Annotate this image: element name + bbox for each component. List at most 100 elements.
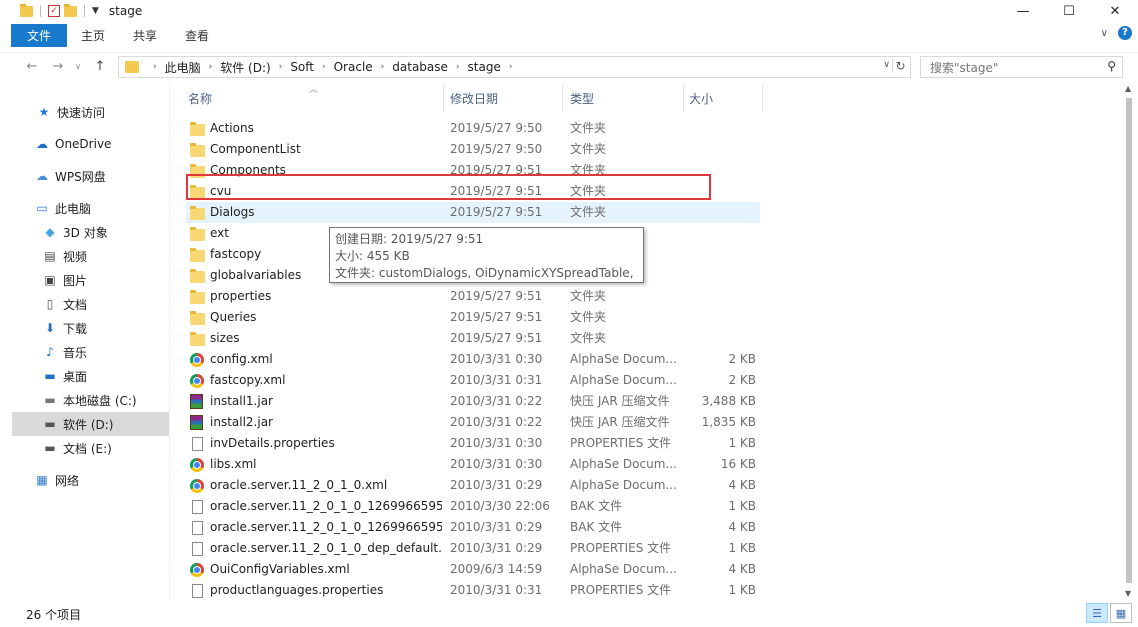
breadcrumb-item[interactable]: database bbox=[392, 60, 448, 74]
properties-icon[interactable]: ✓ bbox=[48, 5, 60, 17]
breadcrumb: › 此电脑 › 软件 (D:) › Soft › Oracle › databa… bbox=[145, 59, 520, 76]
breadcrumb-item[interactable]: Soft bbox=[290, 60, 314, 74]
column-divider[interactable] bbox=[562, 85, 563, 112]
sidebar-item[interactable]: ♪ 音乐 bbox=[12, 340, 169, 364]
file-row[interactable]: productlanguages.properties 2010/3/31 0:3… bbox=[186, 580, 760, 601]
breadcrumb-item[interactable]: Oracle bbox=[334, 60, 373, 74]
recent-locations-icon[interactable]: ∨ bbox=[68, 62, 88, 71]
chevron-right-icon[interactable]: › bbox=[509, 62, 513, 72]
breadcrumb-item[interactable]: 软件 (D:) bbox=[220, 59, 270, 76]
sidebar-item[interactable]: ▭ 此电脑 bbox=[12, 196, 169, 220]
file-icon-cell bbox=[190, 310, 205, 325]
file-name: install1.jar bbox=[210, 394, 273, 408]
file-row[interactable]: Queries 2019/5/27 9:51 文件夹 bbox=[186, 307, 760, 328]
column-divider[interactable] bbox=[683, 85, 684, 112]
file-name: install2.jar bbox=[210, 415, 273, 429]
sidebar-item[interactable]: ▬ 桌面 bbox=[12, 364, 169, 388]
close-button[interactable]: ✕ bbox=[1092, 0, 1138, 22]
back-arrow-icon[interactable]: ← bbox=[22, 59, 42, 74]
file-row[interactable]: sizes 2019/5/27 9:51 文件夹 bbox=[186, 328, 760, 349]
sidebar-item[interactable]: ▦ 网络 bbox=[12, 468, 169, 492]
scrollbar-thumb[interactable] bbox=[1126, 98, 1132, 583]
minimize-button[interactable]: — bbox=[1000, 0, 1046, 22]
help-icon[interactable]: ? bbox=[1118, 26, 1132, 40]
file-date: 2019/5/27 9:51 bbox=[450, 289, 543, 303]
sidebar-item[interactable]: ▤ 视频 bbox=[12, 244, 169, 268]
forward-arrow-icon[interactable]: → bbox=[48, 59, 68, 74]
column-header-type[interactable]: 类型 bbox=[570, 85, 680, 112]
sidebar-item[interactable]: ◆ 3D 对象 bbox=[12, 220, 169, 244]
sidebar-item-label: 下载 bbox=[63, 321, 88, 336]
file-row[interactable]: OuiConfigVariables.xml 2009/6/3 14:59 Alph… bbox=[186, 559, 760, 580]
column-header-size[interactable]: 大小 bbox=[689, 85, 761, 112]
sidebar-item[interactable]: ☁ WPS网盘 bbox=[12, 164, 169, 188]
scroll-up-icon[interactable]: ▲ bbox=[1125, 84, 1131, 93]
file-row[interactable]: Dialogs 2019/5/27 9:51 文件夹 bbox=[186, 202, 760, 223]
file-icon-cell bbox=[190, 121, 205, 136]
file-row[interactable]: install1.jar 2010/3/31 0:22 快压 JAR 压缩文件 3,4… bbox=[186, 391, 760, 412]
tooltip-contents: 文件夹: customDialogs, OiDynamicXYSpreadTab… bbox=[335, 266, 638, 280]
new-folder-icon[interactable] bbox=[64, 3, 77, 17]
sidebar-item[interactable]: ▬ 文档 (E:) bbox=[12, 436, 169, 460]
address-bar[interactable]: › 此电脑 › 软件 (D:) › Soft › Oracle › databa… bbox=[118, 56, 911, 78]
folder-icon bbox=[190, 311, 205, 325]
column-divider[interactable] bbox=[762, 85, 763, 112]
chevron-right-icon[interactable]: › bbox=[279, 62, 283, 72]
file-name: ComponentList bbox=[210, 142, 301, 156]
file-name: config.xml bbox=[210, 352, 273, 366]
video-icon: ▤ bbox=[44, 249, 56, 263]
file-row[interactable]: fastcopy.xml 2010/3/31 0:31 AlphaSe Docum.… bbox=[186, 370, 760, 391]
sidebar-item[interactable]: ▬ 软件 (D:) bbox=[12, 412, 169, 436]
folder-icon[interactable] bbox=[20, 3, 33, 17]
vertical-scrollbar[interactable]: ▲ ▼ bbox=[1121, 80, 1138, 600]
file-row[interactable]: config.xml 2010/3/31 0:30 AlphaSe Docum...… bbox=[186, 349, 760, 370]
sidebar-item[interactable]: ★ 快速访问 bbox=[12, 100, 169, 124]
file-row[interactable]: invDetails.properties 2010/3/31 0:30 PROPE… bbox=[186, 433, 760, 454]
file-row[interactable]: oracle.server.11_2_0_1_0.xml 2010/3/31 0:… bbox=[186, 475, 760, 496]
tab-view[interactable]: 查看 bbox=[171, 23, 223, 47]
file-name: Dialogs bbox=[210, 205, 255, 219]
file-row[interactable]: libs.xml 2010/3/31 0:30 AlphaSe Docum... 16… bbox=[186, 454, 760, 475]
file-row[interactable]: oracle.server.11_2_0_1_0_dep_default....… bbox=[186, 538, 760, 559]
refresh-icon[interactable]: ↻ bbox=[892, 59, 908, 73]
search-input[interactable]: 搜索"stage" ⚲ bbox=[920, 56, 1123, 78]
chevron-right-icon[interactable]: › bbox=[381, 62, 385, 72]
column-header-name[interactable]: 名称 bbox=[188, 85, 443, 112]
column-header-date[interactable]: 修改日期 bbox=[450, 85, 562, 112]
large-icons-view-icon[interactable]: ▦ bbox=[1110, 603, 1132, 623]
tab-share[interactable]: 共享 bbox=[119, 23, 171, 47]
sidebar-item[interactable]: ▯ 文档 bbox=[12, 292, 169, 316]
sidebar-item-label: 3D 对象 bbox=[63, 225, 108, 240]
column-divider[interactable] bbox=[443, 85, 444, 112]
file-size: 3,488 KB bbox=[701, 394, 756, 408]
chevron-down-icon[interactable]: ∨ bbox=[883, 60, 890, 70]
chevron-right-icon[interactable]: › bbox=[322, 62, 326, 72]
up-arrow-icon[interactable]: ↑ bbox=[90, 59, 110, 74]
details-view-icon[interactable]: ☰ bbox=[1086, 603, 1108, 623]
file-row[interactable]: ComponentList 2019/5/27 9:50 文件夹 bbox=[186, 139, 760, 160]
tab-file[interactable]: 文件 bbox=[11, 23, 68, 47]
file-icon bbox=[192, 542, 203, 556]
sidebar-item[interactable]: ☁ OneDrive bbox=[12, 132, 169, 156]
file-row[interactable]: oracle.server.11_2_0_1_0_1269966595... 20… bbox=[186, 496, 760, 517]
customize-toolbar-icon[interactable]: ▼ bbox=[92, 6, 99, 16]
breadcrumb-item[interactable]: stage bbox=[468, 60, 501, 74]
breadcrumb-item[interactable]: 此电脑 bbox=[165, 59, 201, 76]
chevron-right-icon[interactable]: › bbox=[153, 62, 157, 72]
sidebar-item[interactable]: ▬ 本地磁盘 (C:) bbox=[12, 388, 169, 412]
scroll-down-icon[interactable]: ▼ bbox=[1125, 589, 1131, 598]
chevron-right-icon[interactable]: › bbox=[456, 62, 460, 72]
sidebar-item[interactable]: ⬇ 下载 bbox=[12, 316, 169, 340]
file-row[interactable]: oracle.server.11_2_0_1_0_1269966595... 20… bbox=[186, 517, 760, 538]
file-row[interactable]: install2.jar 2010/3/31 0:22 快压 JAR 压缩文件 1,8… bbox=[186, 412, 760, 433]
chevron-right-icon[interactable]: › bbox=[209, 62, 213, 72]
sidebar-item[interactable]: ▣ 图片 bbox=[12, 268, 169, 292]
file-row[interactable]: Actions 2019/5/27 9:50 文件夹 bbox=[186, 118, 760, 139]
tab-home[interactable]: 主页 bbox=[67, 23, 119, 47]
file-icon bbox=[192, 521, 203, 535]
maximize-button[interactable]: ☐ bbox=[1046, 0, 1092, 22]
file-icon bbox=[192, 500, 203, 514]
expand-ribbon-icon[interactable]: ∨ bbox=[1101, 28, 1108, 39]
file-row[interactable]: properties 2019/5/27 9:51 文件夹 bbox=[186, 286, 760, 307]
search-icon[interactable]: ⚲ bbox=[1107, 59, 1116, 73]
